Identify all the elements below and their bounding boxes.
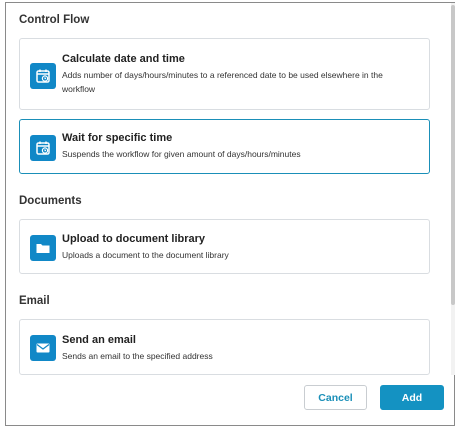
action-card-calculate-date-and-time[interactable]: Calculate date and time Adds number of d… <box>19 38 430 110</box>
calendar-clock-icon <box>30 63 56 89</box>
add-action-dialog: Control Flow Calculate date and time Add… <box>5 2 455 426</box>
action-card-send-an-email[interactable]: Send an email Sends an email to the spec… <box>19 319 430 375</box>
action-card-wait-for-specific-time[interactable]: Wait for specific time Suspends the work… <box>19 119 430 174</box>
action-description: Sends an email to the specified address <box>62 351 213 361</box>
section-title-control-flow: Control Flow <box>19 14 90 26</box>
action-description: Uploads a document to the document libra… <box>62 250 229 260</box>
action-title: Wait for specific time <box>62 132 173 144</box>
action-title: Calculate date and time <box>62 53 185 65</box>
action-list[interactable]: Control Flow Calculate date and time Add… <box>6 3 451 375</box>
section-title-email: Email <box>19 295 50 307</box>
section-title-documents: Documents <box>19 195 82 207</box>
scrollbar-thumb[interactable] <box>451 5 455 305</box>
add-button[interactable]: Add <box>380 385 444 410</box>
folder-icon <box>30 235 56 261</box>
action-description: Adds number of days/hours/minutes to a r… <box>62 70 383 94</box>
scrollbar[interactable] <box>451 3 455 375</box>
envelope-icon <box>30 335 56 361</box>
action-description: Suspends the workflow for given amount o… <box>62 149 301 159</box>
cancel-button[interactable]: Cancel <box>304 385 367 410</box>
action-card-upload-to-document-library[interactable]: Upload to document library Uploads a doc… <box>19 219 430 274</box>
action-title: Upload to document library <box>62 233 206 245</box>
calendar-clock-icon <box>30 135 56 161</box>
action-title: Send an email <box>62 334 136 346</box>
